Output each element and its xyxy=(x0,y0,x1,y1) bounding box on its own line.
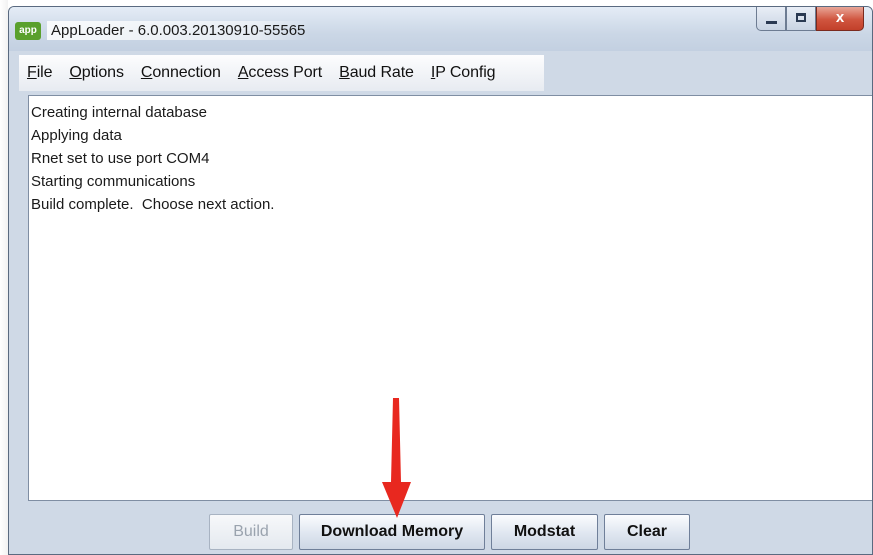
menu-ip-config[interactable]: IP Config xyxy=(431,64,496,82)
minimize-button[interactable] xyxy=(756,7,786,31)
button-bar: Build Download Memory Modstat Clear xyxy=(9,505,872,554)
menu-bar: File Options Connection Access Port Baud… xyxy=(19,55,544,91)
log-line: Rnet set to use port COM4 xyxy=(31,150,210,167)
maximize-button[interactable] xyxy=(786,7,816,31)
desktop-edge xyxy=(0,0,8,555)
menu-options[interactable]: Options xyxy=(69,64,124,82)
menu-file[interactable]: File xyxy=(27,64,53,82)
clear-button[interactable]: Clear xyxy=(604,514,690,550)
output-log[interactable]: Creating internal database Applying data… xyxy=(28,95,872,501)
minimize-icon xyxy=(766,21,777,24)
build-button[interactable]: Build xyxy=(209,514,293,550)
close-icon: x xyxy=(835,9,845,26)
log-line: Applying data xyxy=(31,127,122,144)
window-title: AppLoader - 6.0.003.20130910-55565 xyxy=(47,21,310,40)
log-line: Build complete. Choose next action. xyxy=(31,196,275,213)
maximize-icon xyxy=(796,13,806,22)
close-button[interactable]: x xyxy=(816,7,864,31)
menu-connection[interactable]: Connection xyxy=(141,64,221,82)
menu-baud-rate[interactable]: Baud Rate xyxy=(339,64,414,82)
log-line: Creating internal database xyxy=(31,104,207,121)
log-line: Starting communications xyxy=(31,173,196,190)
title-bar[interactable]: app AppLoader - 6.0.003.20130910-55565 x xyxy=(9,7,872,51)
window-controls: x xyxy=(756,7,864,31)
modstat-button[interactable]: Modstat xyxy=(491,514,598,550)
apploader-window: app AppLoader - 6.0.003.20130910-55565 x… xyxy=(8,6,873,555)
menu-access-port[interactable]: Access Port xyxy=(238,64,322,82)
app-icon: app xyxy=(15,22,41,40)
download-memory-button[interactable]: Download Memory xyxy=(299,514,485,550)
